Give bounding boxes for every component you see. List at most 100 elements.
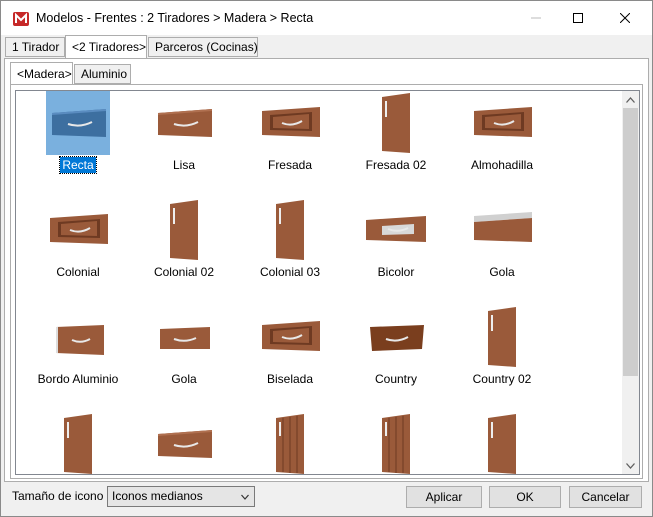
scroll-up-button[interactable] bbox=[622, 91, 639, 108]
model-item[interactable]: Colonial 02 bbox=[132, 198, 232, 298]
model-thumbnail bbox=[46, 91, 110, 155]
model-thumbnail bbox=[46, 412, 110, 474]
model-item[interactable] bbox=[238, 412, 338, 474]
icon-size-select[interactable]: Iconos medianos bbox=[107, 486, 255, 507]
front-preview-icon bbox=[276, 414, 304, 474]
model-label: Colonial 02 bbox=[153, 265, 215, 279]
model-item[interactable]: Almohadilla bbox=[450, 91, 550, 191]
model-label: Fresada bbox=[267, 158, 313, 172]
title-bar[interactable]: Modelos - Frentes : 2 Tiradores > Madera… bbox=[1, 1, 652, 35]
model-label: Almohadilla bbox=[470, 158, 534, 172]
models-grid[interactable]: Recta Lisa Fresada Fresada 02 Almohadilla Col… bbox=[15, 90, 640, 475]
model-thumbnail bbox=[470, 198, 534, 262]
model-thumbnail bbox=[364, 198, 428, 262]
front-preview-icon bbox=[170, 200, 198, 260]
model-item[interactable]: Recta bbox=[26, 91, 126, 191]
dialog-window: Modelos - Frentes : 2 Tiradores > Madera… bbox=[0, 0, 653, 517]
minimize-icon bbox=[531, 17, 541, 19]
icon-size-value: Iconos medianos bbox=[112, 489, 203, 503]
m-logo-icon bbox=[13, 12, 29, 26]
scroll-down-button[interactable] bbox=[622, 457, 639, 474]
model-label: Bicolor bbox=[377, 265, 415, 279]
model-thumbnail bbox=[152, 412, 216, 474]
secondary-tab-panel: Recta Lisa Fresada Fresada 02 Almohadilla Col… bbox=[10, 84, 643, 479]
model-item[interactable] bbox=[344, 412, 444, 474]
model-label: Lisa bbox=[172, 158, 195, 172]
front-preview-icon bbox=[262, 107, 320, 137]
model-thumbnail bbox=[46, 198, 110, 262]
icon-size-label: Tamaño de icono bbox=[12, 489, 104, 503]
model-thumbnail bbox=[258, 198, 322, 262]
model-label: Fresada 02 bbox=[365, 158, 427, 172]
front-preview-icon bbox=[262, 321, 320, 351]
minimize-button[interactable] bbox=[513, 1, 559, 35]
tab-1-tirador[interactable]: 1 Tirador bbox=[5, 37, 65, 57]
model-thumbnail bbox=[258, 91, 322, 155]
front-preview-icon bbox=[474, 107, 532, 137]
tab-madera[interactable]: <Madera> bbox=[10, 62, 73, 85]
front-preview-icon bbox=[50, 214, 108, 244]
model-item[interactable]: Country bbox=[344, 305, 444, 405]
front-preview-icon bbox=[158, 430, 212, 458]
model-item[interactable]: Colonial 03 bbox=[238, 198, 338, 298]
model-thumbnail bbox=[258, 412, 322, 474]
cancel-button[interactable]: Cancelar bbox=[569, 486, 642, 508]
model-thumbnail bbox=[152, 198, 216, 262]
model-item[interactable]: Country 02 bbox=[450, 305, 550, 405]
model-item[interactable]: Bicolor bbox=[344, 198, 444, 298]
tab-parceros-cocinas[interactable]: Parceros (Cocinas) bbox=[148, 37, 258, 57]
front-preview-icon bbox=[488, 414, 516, 474]
model-item[interactable]: Biselada bbox=[238, 305, 338, 405]
model-label: Recta bbox=[59, 156, 97, 174]
window-title: Modelos - Frentes : 2 Tiradores > Madera… bbox=[36, 11, 314, 25]
close-icon bbox=[620, 13, 630, 23]
model-item[interactable]: Fresada bbox=[238, 91, 338, 191]
model-label: Country bbox=[374, 372, 418, 386]
model-item[interactable] bbox=[450, 412, 550, 474]
model-item[interactable]: Colonial bbox=[26, 198, 126, 298]
model-item[interactable] bbox=[26, 412, 126, 474]
model-thumbnail bbox=[364, 305, 428, 369]
chevron-down-icon bbox=[241, 494, 249, 500]
model-label: Gola bbox=[171, 372, 197, 386]
model-thumbnail bbox=[470, 91, 534, 155]
tab-aluminio[interactable]: Aluminio bbox=[74, 64, 131, 84]
vertical-scrollbar[interactable] bbox=[622, 91, 639, 474]
front-preview-icon bbox=[158, 109, 212, 137]
front-preview-icon bbox=[56, 325, 104, 355]
front-preview-icon bbox=[474, 212, 532, 242]
model-item[interactable]: Gola bbox=[132, 305, 232, 405]
model-item[interactable]: Gola bbox=[450, 198, 550, 298]
model-item[interactable] bbox=[132, 412, 232, 474]
model-thumbnail bbox=[364, 91, 428, 155]
model-label: Colonial 03 bbox=[259, 265, 321, 279]
front-preview-icon bbox=[382, 93, 410, 153]
front-preview-icon bbox=[382, 414, 410, 474]
close-button[interactable] bbox=[602, 1, 648, 35]
model-item[interactable]: Fresada 02 bbox=[344, 91, 444, 191]
tab-2-tiradores[interactable]: <2 Tiradores> bbox=[65, 35, 147, 58]
model-thumbnail bbox=[152, 91, 216, 155]
model-thumbnail bbox=[470, 412, 534, 474]
model-label: Country 02 bbox=[472, 372, 532, 386]
apply-button[interactable]: Aplicar bbox=[406, 486, 482, 508]
model-thumbnail bbox=[364, 412, 428, 474]
front-preview-icon bbox=[52, 109, 106, 137]
scrollbar-thumb[interactable] bbox=[623, 108, 638, 376]
ok-button[interactable]: OK bbox=[489, 486, 561, 508]
maximize-button[interactable] bbox=[555, 1, 601, 35]
chevron-down-icon bbox=[626, 462, 635, 469]
model-item[interactable]: Bordo Aluminio bbox=[26, 305, 126, 405]
front-preview-icon bbox=[366, 216, 426, 242]
front-preview-icon bbox=[64, 414, 92, 474]
model-label: Bordo Aluminio bbox=[37, 372, 119, 386]
model-label: Gola bbox=[489, 265, 515, 279]
front-preview-icon bbox=[370, 325, 424, 351]
model-thumbnail bbox=[46, 305, 110, 369]
model-thumbnail bbox=[470, 305, 534, 369]
primary-tab-panel: <Madera> Aluminio Recta Lisa Fresada Fresad… bbox=[4, 58, 649, 482]
front-preview-icon bbox=[488, 307, 516, 367]
model-item[interactable]: Lisa bbox=[132, 91, 232, 191]
chevron-up-icon bbox=[626, 96, 635, 103]
model-label: Biselada bbox=[266, 372, 314, 386]
